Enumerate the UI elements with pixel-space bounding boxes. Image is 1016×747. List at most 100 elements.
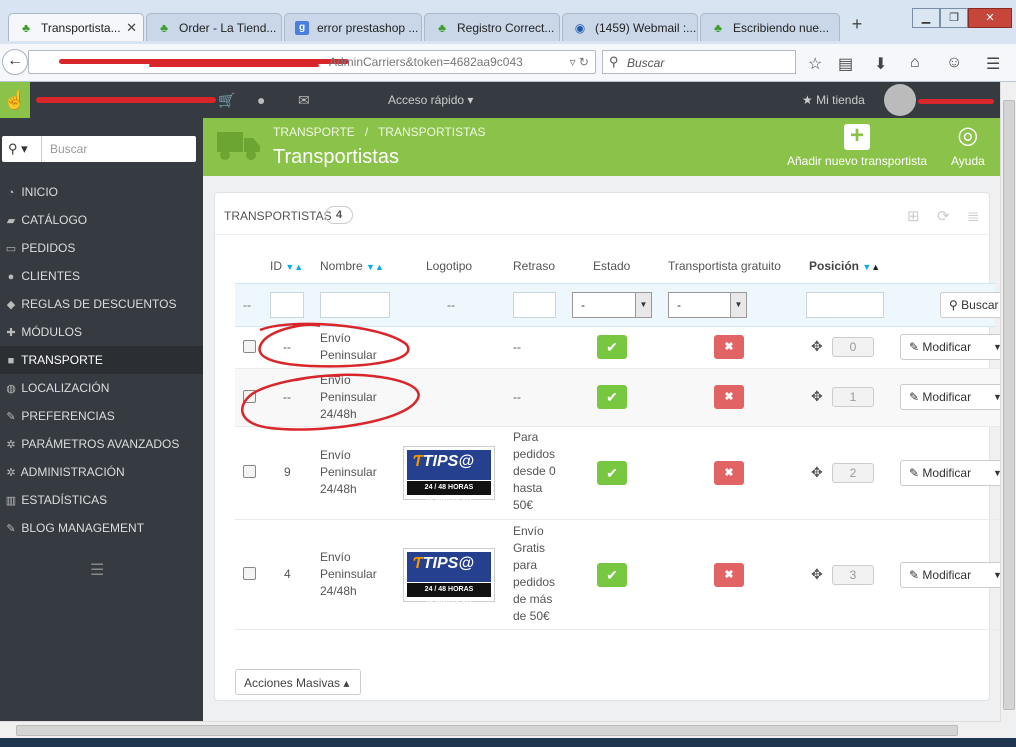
row-actions-dropdown[interactable]: ▼ [987, 384, 1001, 410]
sidebar-item-clientes[interactable]: ● CLIENTES [0, 262, 203, 290]
horizontal-scrollbar[interactable] [0, 721, 1000, 738]
status-filter-select[interactable]: - ▼ [572, 292, 652, 318]
sidebar-item-preferencias[interactable]: ✎ PREFERENCIAS [0, 402, 203, 430]
browser-tab-escribiendo[interactable]: ♣ Escribiendo nue... [700, 13, 840, 41]
add-icon[interactable]: ⊞ [907, 207, 920, 225]
browser-tab-transportistas[interactable]: ♣ Transportista... ✕ [8, 13, 144, 41]
table-row: 4 Envío Peninsular 24/48h ƬTIPS@ 24 / 48… [235, 520, 1001, 630]
sort-icon[interactable]: ▼▲ [285, 262, 303, 272]
address-bar[interactable]: AdminCarriers&token=4682aa9c043 ▿ ↻ [28, 50, 596, 74]
bulk-actions-button[interactable]: Acciones Masivas ▴ [235, 669, 361, 695]
drag-move-icon[interactable]: ✥ [811, 464, 823, 481]
row-checkbox[interactable] [243, 567, 256, 580]
sidebar-search-input[interactable]: ⚲ ▾ Buscar [2, 136, 196, 162]
enabled-check-icon[interactable]: ✔ [597, 385, 627, 409]
enabled-check-icon[interactable]: ✔ [597, 461, 627, 485]
position-value: 3 [832, 565, 874, 585]
download-icon[interactable]: ⬇ [874, 54, 887, 74]
drag-move-icon[interactable]: ✥ [811, 388, 823, 405]
quick-access-menu[interactable]: Acceso rápido ▾ [388, 93, 473, 107]
smiley-icon[interactable]: ☺ [946, 54, 962, 72]
database-icon[interactable]: ≣ [967, 207, 980, 225]
minimize-button[interactable]: ▁ [912, 8, 940, 28]
row-actions-dropdown[interactable]: ▼ [987, 334, 1001, 360]
sidebar-item-catalogo[interactable]: ▰ CATÁLOGO [0, 206, 203, 234]
delay-filter-input[interactable] [513, 292, 556, 318]
sidebar-item-estadisticas[interactable]: ▥ ESTADÍSTICAS [0, 486, 203, 514]
sidebar-item-modulos[interactable]: ✚ MÓDULOS [0, 318, 203, 346]
browser-tab-order[interactable]: ♣ Order - La Tiend... [146, 13, 282, 41]
breadcrumb-transportistas[interactable]: TRANSPORTISTAS [378, 125, 486, 139]
prestashop-icon: ♣ [438, 21, 446, 35]
disabled-x-icon[interactable]: ✖ [714, 385, 744, 409]
browser-tab-webmail[interactable]: ◉ (1459) Webmail :... [562, 13, 698, 41]
drag-move-icon[interactable]: ✥ [811, 566, 823, 583]
id-filter-input[interactable] [270, 292, 304, 318]
browser-search-input[interactable]: ⚲ Buscar [602, 50, 796, 74]
tips-brand: ƬTIPS@ [407, 450, 491, 480]
drag-move-icon[interactable]: ✥ [811, 338, 823, 355]
edit-button[interactable]: ✎ Modificar [900, 334, 988, 360]
prestashop-icon: ♣ [714, 21, 722, 35]
row-actions-dropdown[interactable]: ▼ [987, 562, 1001, 588]
column-delay: Retraso [513, 259, 556, 273]
column-name[interactable]: Nombre ▼▲ [320, 259, 384, 273]
breadcrumb-transporte[interactable]: TRANSPORTE [273, 125, 355, 139]
disabled-x-icon[interactable]: ✖ [714, 461, 744, 485]
vertical-scrollbar[interactable] [1000, 82, 1016, 722]
edit-button[interactable]: ✎ Modificar [900, 562, 988, 588]
restore-button[interactable]: ❐ [940, 8, 968, 28]
row-name: Envío Peninsular 24/48h [320, 550, 377, 598]
enabled-check-icon[interactable]: ✔ [597, 563, 627, 587]
new-tab-button[interactable]: + [846, 14, 868, 40]
browser-tab-error-prestashop[interactable]: g error prestashop ... [284, 13, 422, 41]
collapse-menu-icon[interactable]: ☰ [90, 560, 104, 580]
sidebar-item-administracion[interactable]: ✲ ADMINISTRACIÓN [0, 458, 203, 486]
star-icon[interactable]: ☆ [808, 54, 822, 74]
avatar[interactable] [884, 84, 916, 116]
row-checkbox[interactable] [243, 390, 256, 403]
back-button[interactable]: ← [2, 49, 28, 75]
sidebar-item-localizacion[interactable]: ◍ LOCALIZACIÓN [0, 374, 203, 402]
sidebar-item-transporte[interactable]: ■ TRANSPORTE [0, 346, 203, 374]
close-window-button[interactable]: ✕ [968, 8, 1012, 28]
browser-tab-registro[interactable]: ♣ Registro Correct... [424, 13, 560, 41]
name-filter-input[interactable] [320, 292, 390, 318]
sidebar-item-blog[interactable]: ✎ BLOG MANAGEMENT [0, 514, 203, 542]
prestashop-logo[interactable]: ☝ [0, 82, 30, 118]
refresh-icon[interactable]: ⟳ [937, 207, 950, 225]
sidebar-item-pedidos[interactable]: ▭ PEDIDOS [0, 234, 203, 262]
user-icon[interactable]: ● [257, 92, 265, 108]
row-checkbox[interactable] [243, 340, 256, 353]
edit-button[interactable]: ✎ Modificar [900, 460, 988, 486]
count-badge: 4 [325, 206, 353, 224]
row-actions-dropdown[interactable]: ▼ [987, 460, 1001, 486]
envelope-icon[interactable]: ✉ [298, 92, 310, 109]
sort-icon[interactable]: ▼▲ [366, 262, 384, 272]
cart-icon[interactable]: 🛒 [218, 92, 235, 109]
add-carrier-button[interactable]: + Añadir nuevo transportista [787, 124, 927, 169]
row-checkbox[interactable] [243, 465, 256, 478]
edit-button[interactable]: ✎ Modificar [900, 384, 988, 410]
home-icon[interactable]: ⌂ [910, 54, 920, 72]
column-position[interactable]: Posición ▼▲ [809, 259, 880, 273]
sidebar-item-inicio[interactable]: ◔ INICIO [0, 178, 203, 206]
reading-list-icon[interactable]: ▤ [838, 54, 853, 74]
position-filter-input[interactable] [806, 292, 884, 318]
disabled-x-icon[interactable]: ✖ [714, 335, 744, 359]
menu-icon[interactable]: ☰ [986, 54, 1000, 74]
scrollbar-thumb[interactable] [16, 725, 958, 736]
sidebar-item-reglas[interactable]: ◆ REGLAS DE DESCUENTOS [0, 290, 203, 318]
reload-icon[interactable]: ▿ ↻ [570, 55, 589, 69]
scrollbar-thumb[interactable] [1003, 100, 1015, 710]
search-type-dropdown[interactable]: ⚲ ▾ [2, 136, 42, 162]
disabled-x-icon[interactable]: ✖ [714, 563, 744, 587]
free-filter-select[interactable]: - ▼ [668, 292, 747, 318]
column-id[interactable]: ID ▼▲ [270, 259, 303, 273]
my-store-link[interactable]: ★ Mi tienda [802, 93, 865, 107]
sidebar-item-parametros[interactable]: ✲ PARÁMETROS AVANZADOS [0, 430, 203, 458]
sort-icon[interactable]: ▼▲ [862, 262, 880, 272]
close-tab-icon[interactable]: ✕ [126, 20, 137, 36]
help-button[interactable]: ◎ Ayuda [951, 124, 985, 169]
enabled-check-icon[interactable]: ✔ [597, 335, 627, 359]
